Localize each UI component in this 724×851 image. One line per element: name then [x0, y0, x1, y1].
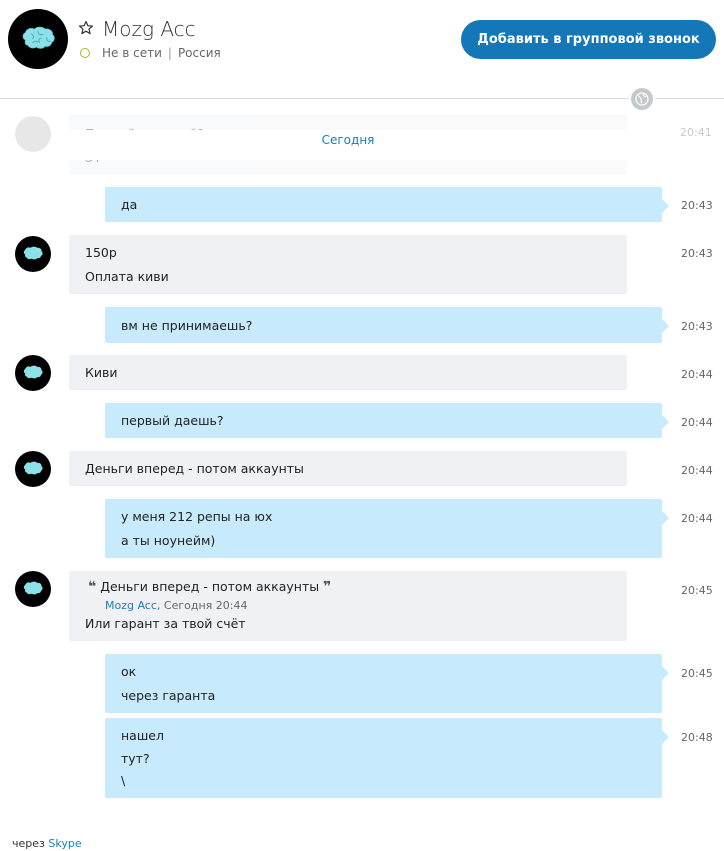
footer: через Skype	[12, 837, 82, 850]
message-line: нашел	[121, 728, 164, 743]
quote-close-icon: ❞	[323, 579, 332, 595]
message-time: 20:45	[681, 584, 713, 597]
message-line: вм не принимаешь?	[121, 318, 253, 333]
message-time: 20:44	[681, 464, 713, 477]
message-time: 20:41	[680, 126, 712, 139]
message-time: 20:45	[681, 667, 713, 680]
quote-author[interactable]: Mozg Acc	[105, 599, 157, 612]
avatar	[15, 116, 51, 152]
quoted-text: Деньги вперед - потом аккаунты	[100, 579, 320, 594]
footer-prefix: через	[12, 837, 45, 850]
bubble-tail	[662, 666, 669, 680]
quote-open-icon: ❝	[88, 579, 97, 595]
message-time: 20:44	[681, 512, 713, 525]
bubble-tail	[662, 511, 669, 525]
message-bubble-outgoing[interactable]: нашел тут? \	[105, 718, 669, 798]
offline-status-icon	[80, 48, 90, 58]
country-text: Россия	[177, 46, 221, 60]
sender-avatar[interactable]	[15, 236, 51, 272]
bubble-tail	[662, 415, 669, 429]
message-time: 20:43	[681, 199, 713, 212]
add-to-group-call-button[interactable]: Добавить в групповой звонок	[461, 20, 716, 59]
message-bubble-incoming[interactable]: 150р Оплата киви	[69, 235, 627, 294]
bubble-tail	[662, 730, 669, 744]
skype-link[interactable]: Skype	[48, 837, 81, 850]
message-line: Киви	[85, 365, 118, 380]
message-time: 20:43	[681, 320, 713, 333]
message-bubble-outgoing[interactable]: ок через гаранта	[105, 654, 669, 713]
brain-icon	[24, 461, 43, 475]
date-separator: Сегодня	[69, 130, 627, 160]
status-text: Не в сети	[102, 46, 162, 60]
message-line: а ты ноунейм)	[121, 533, 216, 548]
status-separator: |	[167, 46, 172, 60]
message-line: Или гарант за твой счёт	[85, 616, 246, 631]
message-bubble-outgoing[interactable]: да	[105, 187, 669, 222]
message-line: Деньги вперед - потом аккаунты	[85, 461, 304, 476]
sender-avatar[interactable]	[15, 355, 51, 391]
chat-area[interactable]: Первый и второй? Эт 20:41 Сегодня да 20:…	[0, 99, 724, 819]
brain-icon	[22, 26, 55, 49]
favorite-star-icon[interactable]	[78, 20, 94, 36]
quoted-message[interactable]: ❝ Деньги вперед - потом аккаунты ❞	[88, 579, 331, 595]
contact-name: Mozg Acc	[102, 17, 196, 41]
sender-avatar[interactable]	[15, 451, 51, 487]
message-line: тут?	[121, 751, 150, 766]
message-line: ок	[121, 664, 137, 679]
message-bubble-outgoing[interactable]: вм не принимаешь?	[105, 307, 669, 343]
message-time: 20:44	[681, 368, 713, 381]
quote-time: , Сегодня 20:44	[156, 599, 248, 612]
message-bubble-incoming[interactable]: ❝ Деньги вперед - потом аккаунты ❞ Mozg …	[69, 571, 627, 641]
message-time: 20:44	[681, 416, 713, 429]
message-line: первый даешь?	[121, 413, 224, 428]
brain-icon	[24, 246, 43, 260]
sender-avatar[interactable]	[15, 571, 51, 607]
message-bubble-outgoing[interactable]: первый даешь?	[105, 403, 669, 438]
contact-status: Не в сети | Россия	[80, 46, 221, 60]
quote-meta: Mozg Acc, Сегодня 20:44	[105, 599, 247, 612]
contact-avatar[interactable]	[8, 9, 68, 69]
message-bubble-incoming[interactable]: Киви	[69, 355, 627, 390]
brain-icon	[24, 581, 43, 595]
message-line: Оплата киви	[85, 269, 169, 284]
message-line: \	[121, 773, 126, 788]
brain-icon	[24, 365, 43, 379]
message-line: 150р	[85, 245, 117, 260]
message-line: да	[121, 197, 138, 212]
message-time: 20:48	[681, 731, 713, 744]
bubble-tail	[662, 199, 669, 213]
message-bubble-incoming[interactable]: Деньги вперед - потом аккаунты	[69, 451, 627, 486]
message-bubble-outgoing[interactable]: у меня 212 репы на юх а ты ноунейм)	[105, 499, 669, 558]
bubble-tail	[662, 319, 669, 333]
message-line: у меня 212 репы на юх	[121, 509, 273, 524]
message-time: 20:43	[681, 247, 713, 260]
message-line: через гаранта	[121, 688, 216, 703]
